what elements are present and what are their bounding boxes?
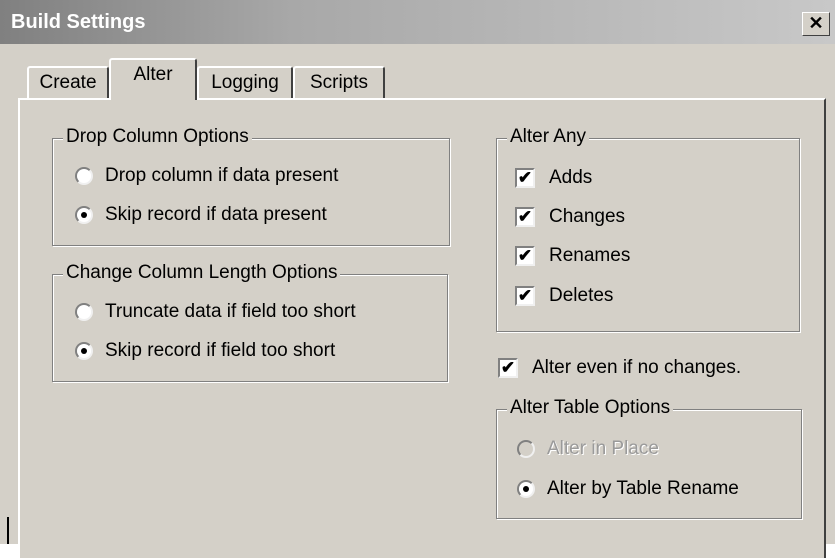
radio-label: Drop column if data present — [105, 165, 339, 186]
tab-scripts-label: Scripts — [309, 72, 369, 93]
checkbox-checked-icon: ✔ — [515, 286, 535, 306]
radio-label: Alter by Table Rename — [547, 478, 739, 499]
tab-panel-alter: Drop Column Options Drop column if data … — [18, 98, 826, 558]
alter-any-title: Alter Any — [507, 126, 590, 148]
checkbox-label: Adds — [549, 167, 593, 188]
drop-column-options-title: Drop Column Options — [63, 126, 252, 148]
radio-disabled-icon — [517, 440, 535, 458]
radio-icon — [75, 167, 93, 185]
title-bar: Build Settings ✕ — [0, 0, 835, 44]
checkbox-label: Deletes — [549, 285, 614, 306]
radio-label: Truncate data if field too short — [105, 301, 356, 322]
radio-checked-icon — [517, 480, 535, 498]
close-button[interactable]: ✕ — [802, 12, 830, 36]
radio-label: Skip record if field too short — [105, 340, 336, 361]
tab-alter[interactable]: Alter — [109, 58, 197, 100]
radio-checked-icon — [75, 342, 93, 360]
checkbox-label: Renames — [549, 245, 631, 266]
radio-label: Alter in Place — [547, 438, 659, 459]
radio-checked-icon — [75, 206, 93, 224]
tab-create[interactable]: Create — [27, 66, 109, 98]
radio-label: Skip record if data present — [105, 204, 327, 225]
tab-scripts[interactable]: Scripts — [293, 66, 385, 98]
alter-table-options-title: Alter Table Options — [507, 397, 674, 419]
checkbox-label: Changes — [549, 206, 626, 227]
checkbox-checked-icon: ✔ — [515, 168, 535, 188]
tab-alter-label: Alter — [133, 64, 173, 85]
window-title: Build Settings — [11, 11, 146, 33]
change-column-length-options-title: Change Column Length Options — [63, 262, 341, 284]
checkbox-checked-icon: ✔ — [515, 207, 535, 227]
left-edge-line — [7, 517, 9, 544]
drop-column-options-group: Drop Column Options Drop column if data … — [52, 126, 450, 246]
checkbox-label: Alter even if no changes. — [532, 357, 742, 378]
tab-logging-label: Logging — [211, 72, 279, 93]
alter-any-group: Alter Any ✔ Adds ✔ Changes ✔ Renames ✔ D… — [496, 126, 800, 332]
close-icon: ✕ — [808, 13, 824, 33]
checkbox-checked-icon: ✔ — [515, 246, 535, 266]
tab-logging[interactable]: Logging — [197, 66, 293, 98]
tab-create-label: Create — [39, 72, 97, 93]
checkbox-checked-icon: ✔ — [498, 358, 518, 378]
change-column-length-options-group: Change Column Length Options Truncate da… — [52, 262, 448, 382]
radio-icon — [75, 303, 93, 321]
alter-table-options-group: Alter Table Options Alter in Place Alter… — [496, 397, 802, 519]
